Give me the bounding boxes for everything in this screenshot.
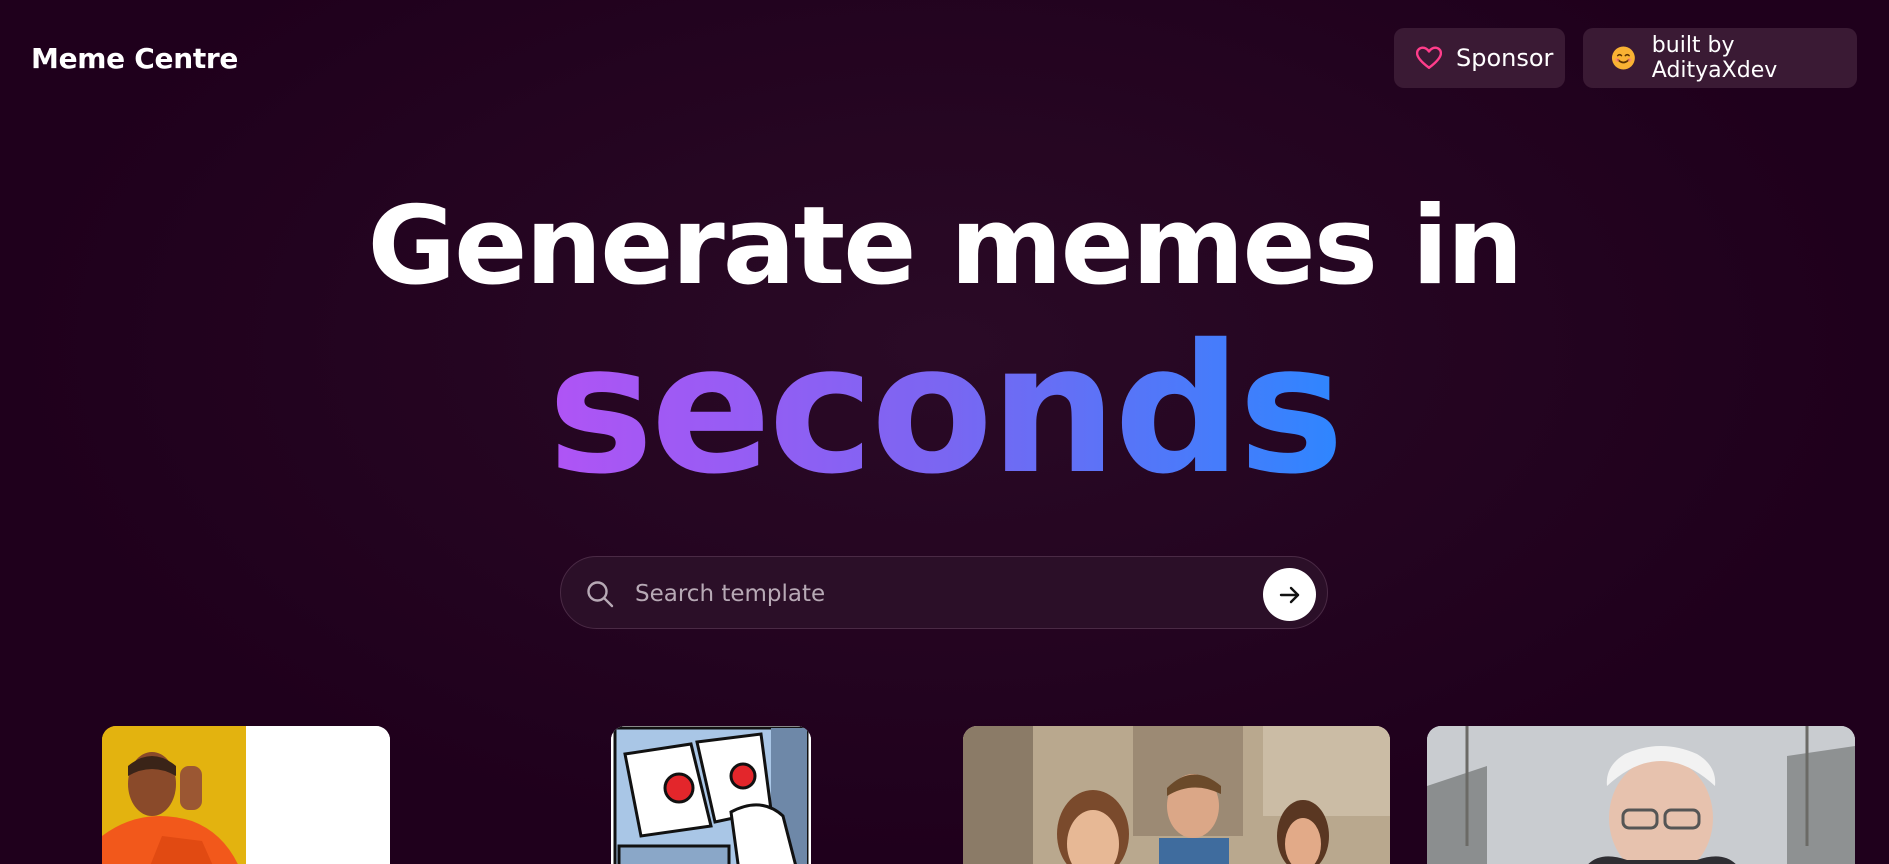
template-card-bernie[interactable] (1427, 726, 1855, 864)
smiling-face-emoji-icon (1611, 46, 1635, 70)
heart-icon (1416, 46, 1442, 69)
two-buttons-meme-thumbnail (611, 726, 811, 864)
search-bar (560, 556, 1328, 629)
search-icon (587, 581, 614, 608)
page: Meme Centre Sponsor built by AdityaXdev … (0, 0, 1889, 864)
search-input[interactable] (633, 571, 1217, 617)
sponsor-button[interactable]: Sponsor (1394, 28, 1565, 88)
search-submit-button[interactable] (1263, 568, 1316, 621)
distracted-boyfriend-meme-thumbnail (963, 726, 1390, 864)
arrow-right-icon (1279, 586, 1299, 603)
brand-logo[interactable]: Meme Centre (31, 42, 238, 75)
template-card-two-buttons[interactable] (611, 726, 811, 864)
drake-meme-thumbnail (102, 726, 390, 864)
hero-title-line-1: Generate memes in (367, 184, 1524, 309)
template-card-drake[interactable] (102, 726, 390, 864)
built-by-button[interactable]: built by AdityaXdev (1583, 28, 1857, 88)
bernie-meme-thumbnail (1427, 726, 1855, 864)
sponsor-label: Sponsor (1456, 44, 1554, 72)
hero-gradient-text: seconds (547, 306, 1345, 513)
hero-title-line-2: seconds (0, 310, 1889, 510)
built-by-label: built by AdityaXdev (1651, 33, 1778, 83)
template-card-distracted-boyfriend[interactable] (963, 726, 1390, 864)
